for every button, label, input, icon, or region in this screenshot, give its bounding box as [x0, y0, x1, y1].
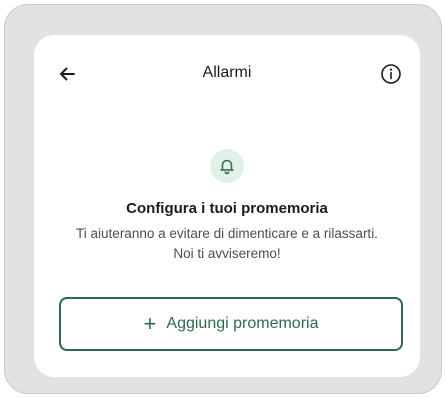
- page-title: Allarmi: [202, 64, 252, 81]
- empty-state-description: Ti aiuteranno a evitare di dimenticare e…: [34, 224, 420, 264]
- empty-state-title: Configura i tuoi promemoria: [126, 200, 328, 217]
- alarms-card: Allarmi Configura i tuoi promemoria Ti a…: [34, 35, 420, 377]
- description-line-1: Ti aiuteranno a evitare di dimenticare e…: [76, 226, 378, 241]
- plus-icon: +: [143, 311, 157, 336]
- app-frame: Allarmi Configura i tuoi promemoria Ti a…: [4, 4, 442, 394]
- header: Allarmi: [34, 53, 420, 93]
- bell-icon: [220, 159, 234, 175]
- info-icon: [381, 64, 401, 84]
- info-button[interactable]: [378, 61, 404, 87]
- add-reminder-label: Aggiungi promemoria: [166, 315, 319, 332]
- bell-badge: [210, 149, 244, 183]
- description-line-2: Noi ti avviseremo!: [173, 246, 281, 261]
- add-reminder-button[interactable]: + Aggiungi promemoria: [59, 297, 403, 351]
